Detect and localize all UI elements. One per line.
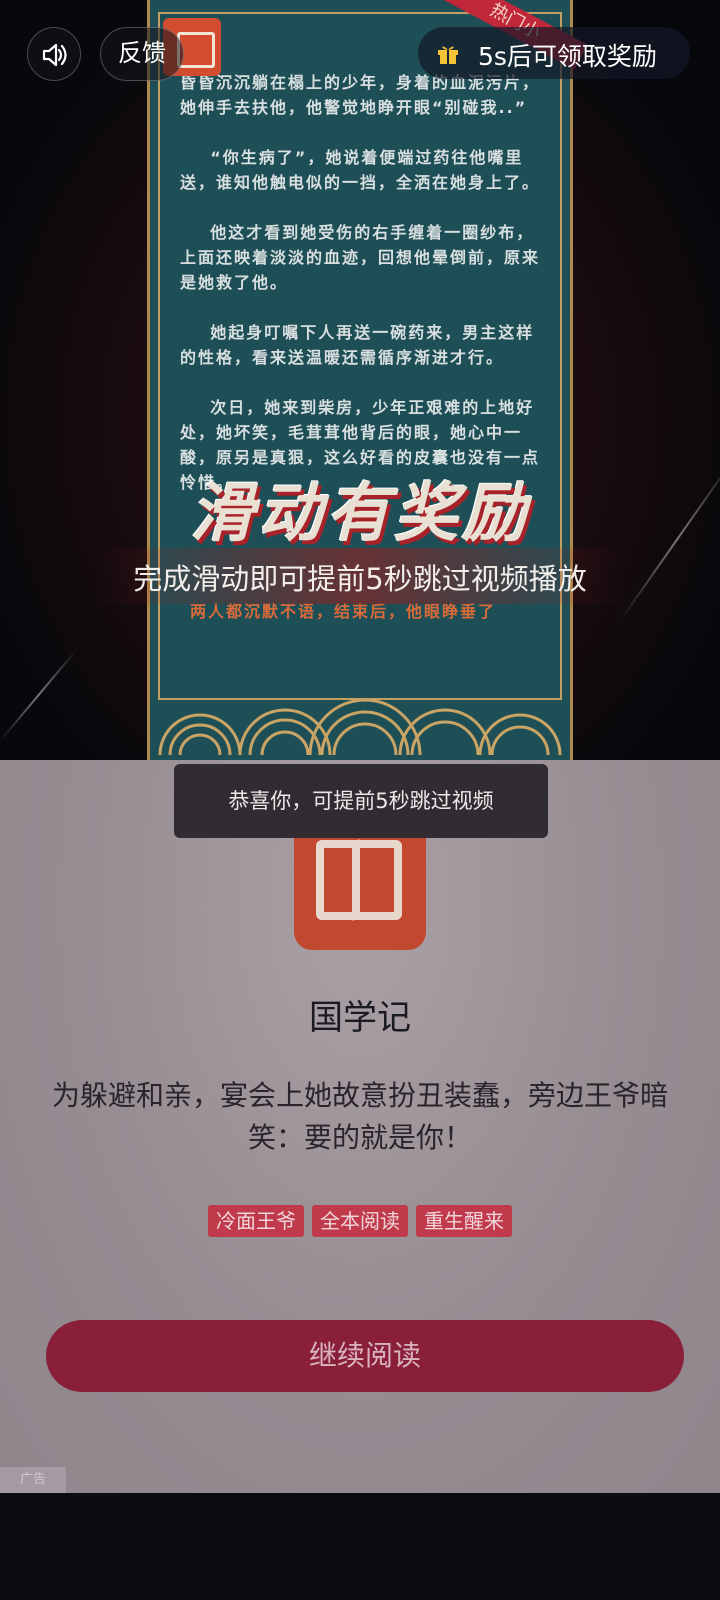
reward-countdown: 5s后可领取奖励 (418, 27, 690, 79)
app-name: 国学记 (309, 998, 411, 1038)
feedback-button[interactable]: 反馈 (100, 27, 184, 81)
story-panel: 昏昏沉沉躺在榻上的少年，身着的血泥污片，她伸手去扶他，他警觉地睁开眼“别碰我..… (147, 0, 588, 760)
slogan-subtitle: 完成滑动即可提前5秒跳过视频播放 (133, 562, 587, 596)
tag-item: 重生醒来 (416, 1205, 512, 1237)
wave-decoration (158, 698, 562, 755)
sound-toggle-button[interactable] (27, 27, 81, 81)
slide-reward-slogan: 滑动有奖励 (190, 477, 530, 551)
video-player[interactable]: 昏昏沉沉躺在榻上的少年，身着的血泥污片，她伸手去扶他，他警觉地睁开眼“别碰我..… (0, 0, 720, 760)
reward-countdown-text: 5s后可领取奖励 (478, 42, 657, 71)
speaker-icon (42, 43, 67, 67)
toast-message: 恭喜你，可提前5秒跳过视频 (174, 764, 548, 838)
app-description: 为躲避和亲，宴会上她故意扮丑装蠢，旁边王爷暗笑：要的就是你！ (51, 1079, 668, 1154)
continue-reading-button[interactable]: 继续阅读 (46, 1320, 684, 1392)
tag-item: 冷面王爷 (208, 1205, 304, 1237)
tag-item: 全本阅读 (312, 1205, 408, 1237)
bottom-bar (0, 1493, 720, 1600)
story-text: 昏昏沉沉躺在榻上的少年，身着的血泥污片，她伸手去扶他，他警觉地睁开眼“别碰我..… (180, 73, 541, 492)
light-streak (0, 648, 78, 742)
tag-list: 冷面王爷 全本阅读 重生醒来 (0, 1205, 720, 1237)
gift-icon (438, 46, 458, 64)
ad-label: 广告 (0, 1467, 66, 1493)
